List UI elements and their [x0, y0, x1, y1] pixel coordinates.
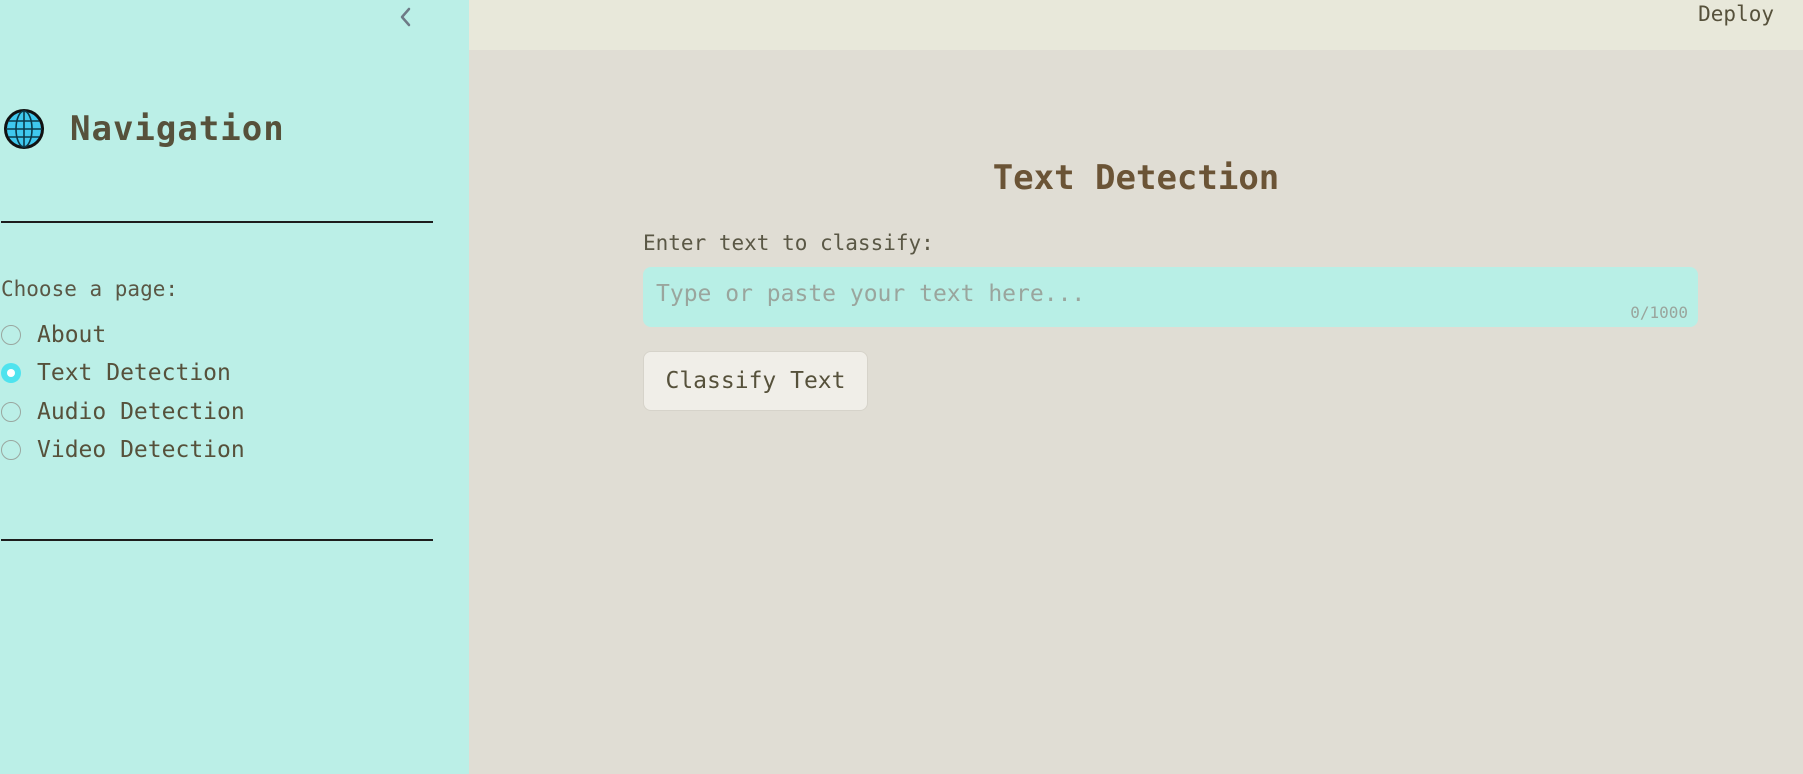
- sidebar-header: Navigation: [4, 106, 285, 152]
- sidebar-title: Navigation: [70, 109, 285, 149]
- sidebar-divider-bottom: [1, 539, 433, 541]
- radio-option-about[interactable]: About: [1, 316, 245, 354]
- radio-button[interactable]: [1, 325, 21, 346]
- radio-label: Audio Detection: [37, 398, 245, 425]
- radio-button-selected[interactable]: [1, 363, 21, 384]
- text-input-label: Enter text to classify:: [643, 231, 934, 255]
- text-input-area[interactable]: Type or paste your text here... 0/1000: [643, 267, 1698, 327]
- sidebar-divider-top: [1, 221, 433, 223]
- sidebar: Navigation Choose a page: About Text Det…: [0, 0, 469, 774]
- text-input-placeholder: Type or paste your text here...: [656, 281, 1086, 307]
- page-title: Text Detection: [992, 158, 1280, 198]
- char-counter: 0/1000: [1630, 303, 1688, 322]
- radio-option-video-detection[interactable]: Video Detection: [1, 431, 245, 469]
- top-header: Deploy: [469, 0, 1803, 50]
- deploy-button[interactable]: Deploy: [1698, 2, 1774, 26]
- globe-icon: [4, 109, 44, 149]
- app-root: Navigation Choose a page: About Text Det…: [0, 0, 1803, 774]
- page-selector-label: Choose a page:: [1, 277, 179, 301]
- page-radio-group: About Text Detection Audio Detection Vid…: [1, 316, 245, 469]
- radio-option-audio-detection[interactable]: Audio Detection: [1, 393, 245, 431]
- radio-button[interactable]: [1, 440, 21, 461]
- radio-button[interactable]: [1, 401, 21, 422]
- chevron-left-icon: [400, 7, 411, 27]
- radio-label: Video Detection: [37, 437, 245, 464]
- radio-label: Text Detection: [37, 360, 231, 387]
- collapse-sidebar-button[interactable]: [392, 4, 418, 30]
- classify-text-button[interactable]: Classify Text: [643, 351, 868, 411]
- radio-label: About: [37, 322, 107, 349]
- radio-option-text-detection[interactable]: Text Detection: [1, 354, 245, 392]
